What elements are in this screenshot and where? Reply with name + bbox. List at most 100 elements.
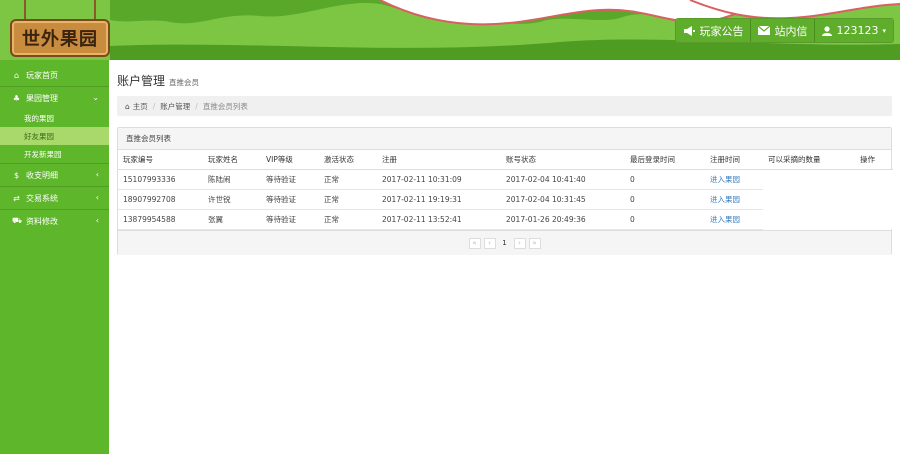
cell-empty	[763, 189, 855, 209]
enter-orchard-link[interactable]: 进入果园	[710, 175, 740, 184]
first-page-button[interactable]: «	[468, 237, 481, 249]
column-header: 可以采摘的数量	[763, 150, 855, 170]
logo-text: 世外果园	[22, 29, 98, 50]
cell-empty	[763, 169, 855, 189]
sidebar-sub-label: 好友果园	[24, 131, 54, 141]
sidebar-item-label: 果园管理	[26, 93, 58, 103]
sidebar-item-trade[interactable]: ⇄ 交易系统 ‹	[0, 187, 109, 209]
cell-activation: 正常	[319, 169, 377, 190]
cell-account-status: 2017-01-26 20:49:36	[501, 209, 625, 230]
column-header: VIP等级	[261, 150, 319, 170]
breadcrumb-account-link[interactable]: 账户管理	[160, 101, 190, 112]
home-icon: ⌂	[13, 70, 20, 80]
cell-player-id: 13879954588	[118, 209, 203, 230]
member-table: 玩家编号 玩家姓名 VIP等级 激活状态 注册 账号状态 最后登录时间 注册时间…	[118, 150, 893, 230]
cell-empty	[763, 209, 855, 229]
current-page[interactable]: 1	[499, 238, 511, 249]
tree-icon: ♣	[12, 93, 21, 103]
sidebar-item-profile[interactable]: ⛟ 资料修改 ‹	[0, 210, 109, 232]
breadcrumb-separator: /	[152, 101, 156, 111]
cell-registered: 2017-02-11 13:52:41	[377, 209, 501, 230]
prev-page-button[interactable]: ‹	[483, 237, 496, 249]
enter-orchard-link[interactable]: 进入果园	[710, 215, 740, 224]
page-title: 账户管理 直推会员	[117, 72, 199, 89]
column-header: 注册	[377, 150, 501, 170]
cell-player-name: 陈陆闹	[203, 169, 261, 190]
cell-empty	[855, 169, 893, 189]
cell-vip-level: 等待验证	[261, 209, 319, 230]
sidebar: ⌂ 玩家首页 ♣ 果园管理 ⌄ 我的果园 好友果园 开发新果园 $ 收支明细 ‹…	[0, 60, 109, 454]
user-icon	[822, 25, 833, 36]
cell-player-id: 15107993336	[118, 169, 203, 190]
cell-last-login: 0	[625, 189, 705, 210]
table-row: 18907992708 许世锐 等待验证 正常 2017-02-11 19:19…	[118, 189, 893, 210]
announcement-button[interactable]: 玩家公告	[676, 19, 752, 42]
sidebar-item-finance[interactable]: $ 收支明细 ‹	[0, 164, 109, 186]
column-header: 注册时间	[705, 150, 763, 170]
enter-orchard-link[interactable]: 进入果园	[710, 195, 740, 204]
sidebar-item-home[interactable]: ⌂ 玩家首页	[0, 64, 109, 86]
cell-player-name: 张翼	[203, 209, 261, 230]
inbox-button[interactable]: 站内信	[751, 19, 816, 42]
sidebar-item-orchard[interactable]: ♣ 果园管理 ⌄	[0, 87, 109, 109]
logo[interactable]: 世外果园	[2, 0, 114, 60]
cell-player-id: 18907992708	[118, 189, 203, 210]
cell-activation: 正常	[319, 189, 377, 210]
column-header: 玩家姓名	[203, 150, 261, 170]
inbox-label: 站内信	[774, 24, 808, 38]
cell-account-status: 2017-02-04 10:41:40	[501, 169, 625, 190]
sidebar-sub-friend-orchard[interactable]: 好友果园	[0, 127, 109, 145]
top-nav: 玩家公告 站内信 123123 ▾	[675, 18, 894, 43]
cell-vip-level: 等待验证	[261, 169, 319, 190]
megaphone-icon	[684, 25, 696, 36]
sidebar-sub-my-orchard[interactable]: 我的果园	[0, 109, 109, 127]
column-header: 玩家编号	[118, 150, 203, 170]
sidebar-sub-label: 我的果园	[24, 113, 54, 123]
chevron-left-icon: ‹	[95, 193, 99, 202]
last-page-button[interactable]: »	[528, 237, 541, 249]
column-header: 最后登录时间	[625, 150, 705, 170]
sidebar-item-label: 收支明细	[26, 170, 58, 180]
cell-player-name: 许世锐	[203, 189, 261, 210]
logo-sign: 世外果园	[10, 19, 110, 57]
main-content: 账户管理 直推会员 ⌂ 主页 / 账户管理 / 直推会员列表 直推会员列表 玩家编…	[109, 60, 900, 454]
cell-last-login: 0	[625, 169, 705, 190]
next-page-button[interactable]: ›	[513, 237, 526, 249]
table-header-row: 玩家编号 玩家姓名 VIP等级 激活状态 注册 账号状态 最后登录时间 注册时间…	[118, 150, 893, 170]
cell-action: 进入果园	[705, 209, 763, 230]
chevron-left-icon: ‹	[95, 216, 99, 225]
page-subtitle: 直推会员	[169, 78, 200, 87]
user-menu-button[interactable]: 123123 ▾	[815, 19, 893, 42]
cell-last-login: 0	[625, 209, 705, 230]
cell-action: 进入果园	[705, 189, 763, 210]
exchange-icon: ⇄	[13, 193, 20, 203]
cell-account-status: 2017-02-04 10:31:45	[501, 189, 625, 210]
sidebar-sub-new-orchard[interactable]: 开发新果园	[0, 145, 109, 163]
sidebar-sub-label: 开发新果园	[24, 149, 62, 159]
envelope-icon	[758, 26, 771, 35]
cell-registered: 2017-02-11 19:19:31	[377, 189, 501, 210]
breadcrumb-current: 直推会员列表	[202, 101, 248, 111]
sidebar-item-label: 玩家首页	[26, 70, 58, 80]
cell-action: 进入果园	[705, 169, 763, 190]
caret-down-icon: ▾	[882, 26, 886, 35]
member-list-panel: 直推会员列表 玩家编号 玩家姓名 VIP等级 激活状态 注册 账号状态 最后登录…	[117, 127, 893, 255]
page-title-text: 账户管理	[117, 74, 166, 88]
table-row: 15107993336 陈陆闹 等待验证 正常 2017-02-11 10:31…	[118, 169, 893, 190]
top-header: 世外果园 玩家公告 站内信 123123 ▾	[0, 0, 900, 60]
cell-registered: 2017-02-11 10:31:09	[377, 169, 501, 190]
username-label: 123123	[836, 24, 879, 37]
breadcrumb-home-link[interactable]: 主页	[133, 101, 148, 112]
cart-icon: ⛟	[12, 216, 23, 225]
breadcrumb: ⌂ 主页 / 账户管理 / 直推会员列表	[117, 96, 892, 116]
chevron-left-icon: ‹	[95, 170, 99, 179]
chevron-down-icon: ⌄	[92, 93, 99, 102]
column-header: 操作	[855, 150, 893, 170]
cell-empty	[855, 189, 893, 209]
pagination: « ‹ 1 › »	[118, 230, 891, 255]
sign-rope	[24, 0, 26, 20]
sign-rope	[94, 0, 96, 20]
table-row: 13879954588 张翼 等待验证 正常 2017-02-11 13:52:…	[118, 209, 893, 230]
home-icon: ⌂	[125, 101, 130, 111]
column-header: 激活状态	[319, 150, 377, 170]
